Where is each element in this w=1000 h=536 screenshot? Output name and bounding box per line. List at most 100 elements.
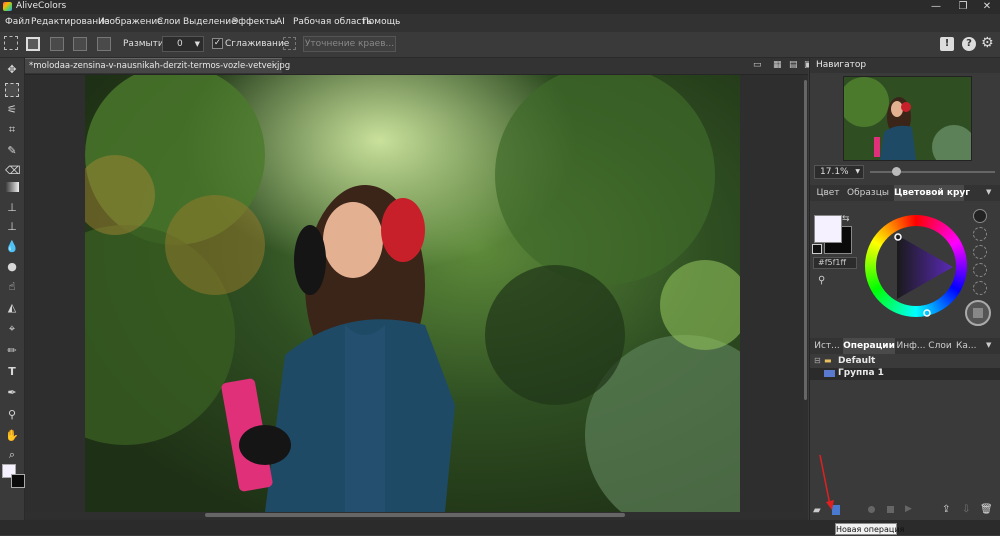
reset-colors-icon[interactable] — [812, 244, 822, 254]
blur-tool-icon[interactable]: 💧 — [5, 240, 19, 254]
foreground-color-swatch[interactable] — [814, 215, 842, 243]
wheel-mode-5-icon[interactable] — [973, 281, 987, 295]
wheel-mode-1-icon[interactable] — [973, 209, 987, 223]
menu-file[interactable]: Файл — [5, 17, 30, 27]
chevron-down-icon: ▼ — [194, 40, 200, 48]
app-title: AliveColors — [16, 1, 67, 11]
maximize-button[interactable]: ❐ — [952, 0, 974, 14]
document-tab[interactable]: *molodaa-zensina-v-nausnikah-derzit-term… — [25, 58, 290, 73]
tree-toggle-icon[interactable]: ⊟ — [814, 356, 821, 365]
refine-edges-button[interactable]: Уточнение краев... — [303, 36, 396, 52]
color-triangle[interactable] — [865, 215, 967, 317]
tab-color-wheel[interactable]: Цветовой круг — [894, 185, 970, 201]
smoothing-label: Сглаживание — [225, 39, 290, 49]
close-icon[interactable]: × — [271, 59, 278, 73]
stop-icon[interactable] — [887, 506, 894, 513]
eyedropper-tool-icon[interactable]: ⚲ — [5, 408, 19, 422]
tool-options-bar: Размытие 0 ▼ ✓ Сглаживание Уточнение кра… — [0, 32, 1000, 58]
document-tab-title: *molodaa-zensina-v-nausnikah-derzit-term… — [29, 61, 291, 71]
swap-colors-icon[interactable]: ⇆ — [842, 214, 850, 224]
navigator-preview[interactable] — [843, 76, 972, 161]
wheel-mode-3-icon[interactable] — [973, 245, 987, 259]
wheel-mode-2-icon[interactable] — [973, 227, 987, 241]
alert-icon[interactable]: ! — [940, 37, 954, 51]
vertical-scroll-thumb[interactable] — [804, 80, 807, 400]
panel-menu-icon[interactable]: ▼ — [986, 188, 991, 196]
sponge-tool-icon[interactable]: ● — [5, 260, 19, 274]
smudge-tool-icon[interactable]: ☝ — [5, 280, 19, 294]
record-icon[interactable] — [868, 506, 875, 513]
menu-select[interactable]: Выделение — [183, 17, 237, 27]
tab-info[interactable]: Инф... — [896, 338, 926, 354]
tab-layers[interactable]: Слои — [928, 338, 952, 354]
minimize-button[interactable]: — — [925, 0, 947, 14]
blur-dropdown[interactable]: 0 ▼ — [162, 36, 204, 52]
text-tool-icon[interactable]: T — [5, 365, 19, 379]
add-selection-icon[interactable] — [50, 37, 64, 51]
zoom-slider-handle[interactable] — [892, 167, 901, 176]
list-item[interactable]: Группа 1 — [810, 368, 1000, 380]
refine-icon[interactable] — [283, 37, 296, 50]
tab-history[interactable]: Ист... — [812, 338, 842, 354]
tile-view-icon[interactable]: ▭ — [753, 60, 762, 70]
wheel-mode-4-icon[interactable] — [973, 263, 987, 277]
pencil-tool-icon[interactable]: ✏ — [5, 344, 19, 358]
zoom-tool-icon[interactable]: ⌕ — [5, 448, 19, 462]
folder-icon: ▬ — [824, 356, 832, 365]
stop-wheel-icon[interactable] — [965, 300, 991, 326]
list-view-icon[interactable]: ▤ — [789, 60, 798, 70]
list-item[interactable]: ⊟ ▬ Default — [810, 356, 1000, 368]
pen-tool-icon[interactable]: ✒ — [5, 386, 19, 400]
tab-operations[interactable]: Операции — [843, 338, 895, 354]
zoom-dropdown[interactable]: 17.1% ▼ — [814, 165, 864, 179]
move-tool-icon[interactable]: ✥ — [5, 63, 19, 77]
play-icon[interactable]: ▶ — [905, 504, 912, 514]
smoothing-checkbox[interactable]: ✓ — [212, 38, 223, 49]
trash-icon[interactable]: 🗑 — [980, 504, 993, 515]
menu-image[interactable]: Изображение — [98, 17, 163, 27]
tab-swatches[interactable]: Образцы — [845, 185, 891, 201]
horizontal-scroll-thumb[interactable] — [205, 513, 625, 517]
gradient-tool-icon[interactable] — [5, 182, 19, 192]
upload-icon[interactable]: ⇪ — [942, 504, 950, 515]
hand-tool-icon[interactable]: ✋ — [5, 429, 19, 443]
brush-tool-icon[interactable]: ✎ — [5, 144, 19, 158]
panel-menu-icon[interactable]: ▼ — [986, 341, 991, 349]
download-icon[interactable]: ⇩ — [962, 504, 970, 515]
crop-tool-icon[interactable]: ⌗ — [5, 123, 19, 137]
eyedropper-icon[interactable]: ⚲ — [818, 275, 825, 286]
liquify-tool-icon[interactable]: ◭ — [5, 301, 19, 315]
menu-help[interactable]: Помощь — [362, 17, 400, 27]
zoom-slider-track[interactable] — [870, 171, 995, 173]
photo-illustration — [85, 75, 740, 512]
color-wheel[interactable] — [865, 215, 967, 317]
marquee-icon[interactable] — [4, 36, 18, 50]
menu-layers[interactable]: Слои — [157, 17, 180, 27]
intersect-selection-icon[interactable] — [97, 37, 111, 51]
navigator-title: Навигатор — [816, 60, 867, 70]
app-logo-icon — [3, 2, 12, 11]
image-canvas[interactable] — [85, 75, 740, 512]
menu-ai[interactable]: AI — [276, 17, 285, 27]
menu-workspace[interactable]: Рабочая область — [293, 17, 372, 27]
eraser-tool-icon[interactable]: ⌫ — [5, 164, 21, 178]
title-bar: AliveColors — ❐ ✕ — [0, 0, 1000, 14]
dodge-tool-icon[interactable]: ⌖ — [5, 322, 19, 336]
hex-input[interactable]: #f5f1ff — [813, 257, 857, 269]
marquee-tool-icon[interactable] — [5, 83, 19, 97]
tab-channels[interactable]: Ка... — [956, 338, 977, 354]
tab-color[interactable]: Цвет — [813, 185, 843, 201]
gear-icon[interactable]: ⚙ — [981, 35, 994, 51]
navigator-header: Навигатор — [810, 58, 1000, 73]
new-selection-icon[interactable] — [26, 37, 40, 51]
help-icon[interactable]: ? — [962, 37, 976, 51]
chevron-down-icon: ▼ — [855, 168, 860, 175]
background-color-swatch[interactable] — [11, 474, 25, 488]
magic-wand-icon[interactable]: ⚟ — [5, 103, 19, 117]
close-button[interactable]: ✕ — [976, 0, 998, 14]
subtract-selection-icon[interactable] — [73, 37, 87, 51]
stamp-tool-icon[interactable]: ⊥ — [5, 201, 19, 215]
healing-tool-icon[interactable]: ⊥ — [5, 220, 19, 234]
grid-view-icon[interactable]: ▦ — [773, 60, 782, 70]
menu-effects[interactable]: Эффекты — [232, 17, 277, 27]
